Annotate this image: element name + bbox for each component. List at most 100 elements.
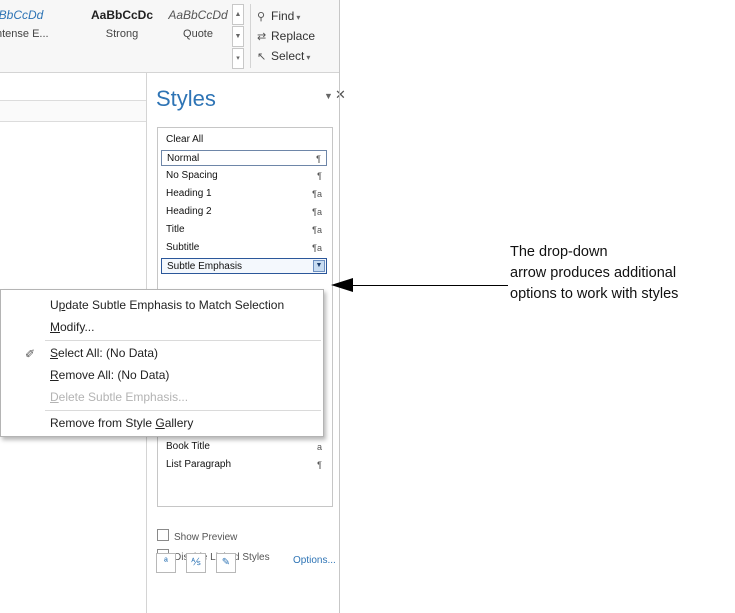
menu-text: allery (164, 416, 194, 430)
binoculars-icon: ⚲ (257, 11, 266, 23)
linked-style-icon: ¶a (312, 225, 322, 235)
linked-style-icon: ¶a (312, 243, 322, 253)
new-style-button[interactable]: ª (156, 553, 176, 573)
menu-text: emove All: (No Data) (58, 368, 170, 382)
style-item-label: Subtle Emphasis (167, 261, 243, 272)
linked-style-icon: ¶a (312, 207, 322, 217)
show-preview-checkbox[interactable]: Show Preview (157, 529, 237, 543)
style-item-subtle-emphasis[interactable]: Subtle Emphasis ▼ (161, 258, 327, 274)
style-item-list-paragraph[interactable]: List Paragraph ¶ (161, 457, 327, 473)
find-label: Find (271, 9, 295, 23)
gallery-label: Quote (183, 28, 213, 40)
select-label: Select (271, 49, 305, 63)
style-inspector-icon: ⅍ (191, 557, 201, 568)
menu-accelerator: R (50, 368, 59, 382)
menu-item-modify[interactable]: Modify... (50, 320, 94, 334)
menu-divider (45, 410, 321, 411)
style-item-label: Heading 1 (166, 188, 212, 199)
menu-text: U (50, 298, 59, 312)
style-gallery-quote[interactable]: AaBbCcDd Quote (160, 8, 236, 48)
chevron-down-icon: ▾ (306, 53, 311, 62)
gallery-label: Strong (105, 28, 139, 40)
menu-item-remove-from-gallery[interactable]: Remove from Style Gallery (50, 416, 193, 430)
menu-item-update-to-match[interactable]: Update Subtle Emphasis to Match Selectio… (50, 298, 284, 312)
gallery-scroll-down-button[interactable]: ▼ (232, 26, 244, 47)
gallery-scroll-up-button[interactable]: ▲ (232, 4, 244, 25)
chevron-down-icon[interactable]: ▼ (313, 260, 325, 272)
style-item-normal[interactable]: Normal ¶ (161, 150, 327, 166)
callout-text: The drop-down arrow produces additional … (510, 242, 735, 305)
replace-button[interactable]: ⇄ Replace (257, 26, 315, 46)
pencil-icon: ✐ (25, 347, 36, 361)
new-style-icon: ª (164, 557, 168, 568)
find-button[interactable]: ⚲ Find ▾ (257, 6, 315, 26)
style-item-label: Title (166, 224, 185, 235)
ribbon: aBbCcDd ntense E... AaBbCcDc Strong AaBb… (0, 0, 339, 73)
menu-text: date Subtle Emphasis to Match Selection (65, 298, 285, 312)
menu-accelerator: M (50, 320, 60, 334)
callout-line (348, 285, 508, 286)
style-item-heading-2[interactable]: Heading 2 ¶a (161, 204, 327, 220)
ruler (0, 100, 146, 122)
show-preview-label: Show Preview (174, 532, 238, 543)
gallery-more-button[interactable]: ▾ (232, 48, 244, 69)
style-item-heading-1[interactable]: Heading 1 ¶a (161, 186, 327, 202)
window-edge (339, 0, 340, 613)
menu-text: Remove from Style (50, 416, 156, 430)
menu-item-remove-all[interactable]: Remove All: (No Data) (50, 368, 169, 382)
gallery-scroll: ▲ ▼ ▾ (232, 4, 244, 69)
style-item-clear-all[interactable]: Clear All (161, 132, 327, 148)
style-item-label: List Paragraph (166, 459, 232, 470)
cursor-arrow-icon: ↖ (257, 51, 267, 63)
callout-line-2: arrow produces additional (510, 265, 677, 281)
style-item-label: Subtitle (166, 242, 200, 253)
paragraph-mark-icon: ¶ (317, 171, 322, 181)
select-button[interactable]: ↖ Select ▾ (257, 46, 315, 66)
menu-item-select-all[interactable]: Select All: (No Data) (50, 346, 158, 360)
replace-label: Replace (271, 29, 316, 43)
manage-styles-icon: ✎ (221, 557, 231, 568)
character-style-icon: a (316, 442, 322, 452)
paragraph-mark-icon: ¶ (317, 460, 322, 470)
options-link[interactable]: Options... (293, 555, 336, 566)
style-item-label: Heading 2 (166, 206, 212, 217)
style-item-label: Book Title (166, 441, 210, 452)
gallery-sample: AaBbCcDd (168, 8, 228, 22)
menu-accelerator: G (155, 416, 165, 430)
style-item-title[interactable]: Title ¶a (161, 222, 327, 238)
style-context-menu: Update Subtle Emphasis to Match Selectio… (0, 289, 324, 437)
gallery-sample: AaBbCcDc (90, 8, 153, 22)
callout-arrow-icon (331, 278, 353, 292)
style-item-label: No Spacing (166, 170, 218, 181)
word-window: aBbCcDd ntense E... AaBbCcDc Strong AaBb… (0, 0, 346, 613)
linked-style-icon: ¶a (312, 189, 322, 199)
menu-item-delete: Delete Subtle Emphasis... (50, 390, 188, 404)
gallery-sample: aBbCcDd (0, 8, 44, 22)
callout-line-3: options to work with styles (510, 286, 679, 302)
pane-options-icon[interactable]: ▼ (324, 91, 333, 101)
style-item-book-title[interactable]: Book Title a (161, 439, 327, 455)
style-item-label: Clear All (166, 134, 204, 145)
ribbon-divider (250, 4, 251, 68)
style-item-subtitle[interactable]: Subtitle ¶a (161, 240, 327, 256)
menu-accelerator: D (50, 390, 59, 404)
style-item-no-spacing[interactable]: No Spacing ¶ (161, 168, 327, 184)
close-icon[interactable]: ✕ (335, 87, 346, 103)
checkbox-icon (157, 529, 169, 541)
manage-styles-button[interactable]: ✎ (216, 553, 236, 573)
menu-accelerator: S (50, 346, 59, 360)
callout-line-1: The drop-down (510, 244, 608, 260)
menu-text: odify... (60, 320, 95, 334)
style-gallery-intense-emphasis[interactable]: aBbCcDd ntense E... (0, 8, 60, 48)
menu-divider (45, 340, 321, 341)
paragraph-mark-icon: ¶ (316, 154, 321, 164)
editing-group: ⚲ Find ▾ ⇄ Replace ↖ Select ▾ (257, 6, 315, 66)
style-gallery-strong[interactable]: AaBbCcDc Strong (82, 8, 162, 48)
menu-text: elete Subtle Emphasis... (58, 390, 189, 404)
replace-icon: ⇄ (257, 31, 267, 43)
style-inspector-button[interactable]: ⅍ (186, 553, 206, 573)
chevron-down-icon: ▾ (296, 13, 301, 22)
gallery-label: ntense E... (0, 28, 49, 40)
style-item-label: Normal (167, 153, 200, 164)
menu-text: elect All: (No Data) (58, 346, 159, 360)
